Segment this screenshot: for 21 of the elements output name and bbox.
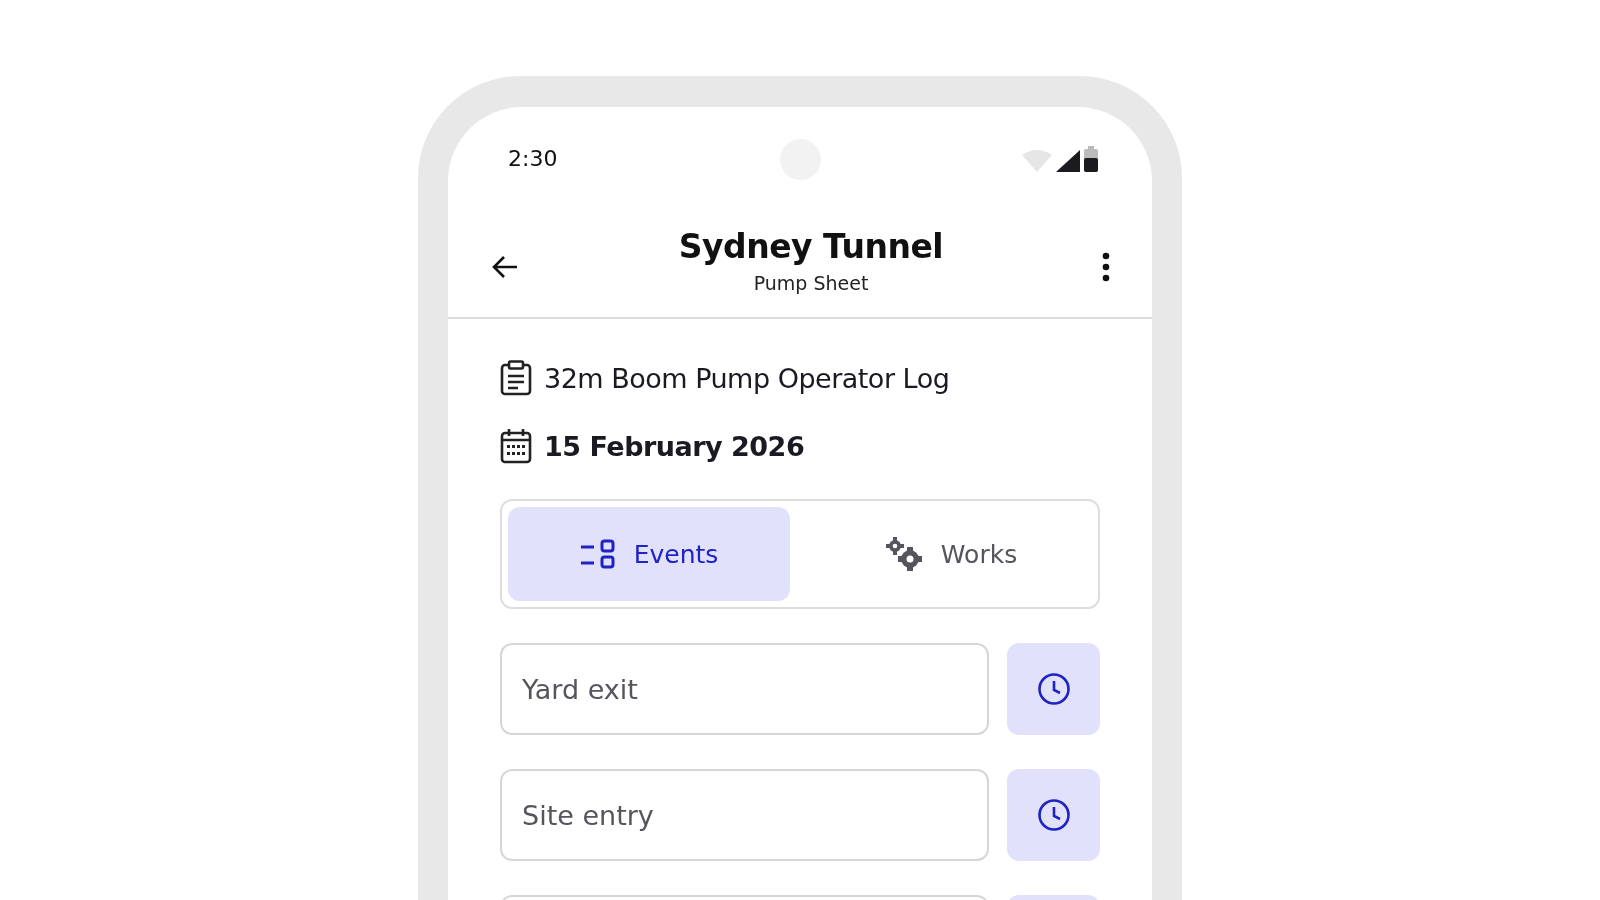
page-subtitle: Pump Sheet: [753, 271, 869, 294]
list-icon: [579, 539, 616, 569]
clipboard-icon: [500, 360, 532, 396]
clock-icon: [1036, 672, 1071, 706]
signal-icon: [1056, 150, 1080, 172]
tab[interactable]: Works: [810, 507, 1092, 601]
input-field[interactable]: Site entry: [500, 769, 989, 861]
gears-icon: [884, 536, 923, 572]
date-text: 15 February 2026: [544, 430, 805, 462]
more-icon: [1102, 252, 1110, 282]
log-title: 32m Boom Pump Operator Log: [544, 362, 950, 394]
calendar-icon: [500, 428, 532, 464]
page-title: Sydney Tunnel: [678, 226, 944, 266]
time-picker-button[interactable]: [1007, 643, 1100, 735]
clock-icon: [1036, 798, 1071, 832]
status-time: 2:30: [508, 145, 558, 171]
input-field[interactable]: Yard exit: [500, 643, 989, 735]
tab[interactable]: Events: [508, 507, 790, 601]
time-picker-button[interactable]: [1007, 769, 1100, 861]
battery-icon: [1084, 146, 1098, 172]
wifi-icon: [1022, 150, 1052, 172]
